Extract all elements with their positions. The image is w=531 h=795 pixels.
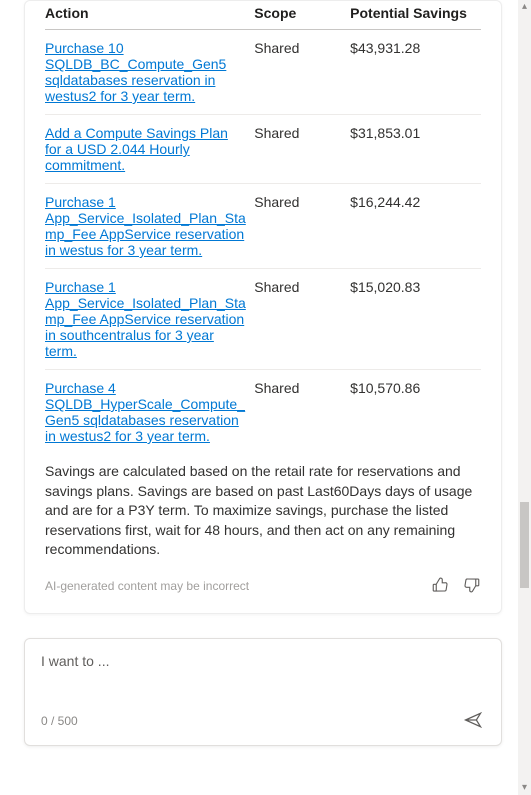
savings-cell: $31,853.01 — [350, 115, 481, 184]
recommendation-link[interactable]: Purchase 4 SQLDB_HyperScale_Compute_Gen5… — [45, 380, 245, 444]
page-scrollbar[interactable]: ▴ ▾ — [518, 0, 531, 795]
scope-cell: Shared — [254, 30, 350, 115]
table-row: Purchase 1 App_Service_Isolated_Plan_Sta… — [45, 269, 481, 370]
table-row: Purchase 10 SQLDB_BC_Compute_Gen5 sqldat… — [45, 30, 481, 115]
thumbs-down-icon[interactable] — [463, 576, 481, 597]
recommendation-link[interactable]: Purchase 1 App_Service_Isolated_Plan_Sta… — [45, 279, 246, 359]
scope-cell: Shared — [254, 184, 350, 269]
savings-cell: $15,020.83 — [350, 269, 481, 370]
table-row: Purchase 4 SQLDB_HyperScale_Compute_Gen5… — [45, 370, 481, 455]
message-composer: 0 / 500 — [24, 638, 502, 746]
scroll-thumb[interactable] — [520, 502, 529, 588]
recommendation-link[interactable]: Purchase 1 App_Service_Isolated_Plan_Sta… — [45, 194, 246, 258]
send-button[interactable] — [461, 708, 485, 735]
prompt-input[interactable] — [41, 653, 485, 685]
feedback-buttons — [431, 576, 481, 597]
thumbs-up-icon[interactable] — [431, 576, 449, 597]
recommendation-link[interactable]: Purchase 10 SQLDB_BC_Compute_Gen5 sqldat… — [45, 40, 226, 104]
ai-disclaimer: AI-generated content may be incorrect — [45, 579, 249, 593]
scroll-down-icon[interactable]: ▾ — [522, 783, 527, 793]
send-icon — [463, 718, 483, 733]
savings-cell: $43,931.28 — [350, 30, 481, 115]
scope-cell: Shared — [254, 115, 350, 184]
savings-table: Action Scope Potential Savings Purchase … — [45, 1, 481, 454]
scroll-up-icon[interactable]: ▴ — [522, 2, 527, 12]
table-row: Purchase 1 App_Service_Isolated_Plan_Sta… — [45, 184, 481, 269]
savings-cell: $10,570.86 — [350, 370, 481, 455]
recommendation-link[interactable]: Add a Compute Savings Plan for a USD 2.0… — [45, 125, 228, 173]
col-scope: Scope — [254, 1, 350, 30]
chat-scroll-area[interactable]: Action Scope Potential Savings Purchase … — [0, 0, 518, 795]
assistant-message-card: Action Scope Potential Savings Purchase … — [24, 0, 502, 614]
col-savings: Potential Savings — [350, 1, 481, 30]
col-action: Action — [45, 1, 254, 30]
scope-cell: Shared — [254, 269, 350, 370]
scope-cell: Shared — [254, 370, 350, 455]
table-row: Add a Compute Savings Plan for a USD 2.0… — [45, 115, 481, 184]
char-count: 0 / 500 — [41, 714, 78, 728]
savings-cell: $16,244.42 — [350, 184, 481, 269]
savings-footnote: Savings are calculated based on the reta… — [45, 454, 481, 572]
